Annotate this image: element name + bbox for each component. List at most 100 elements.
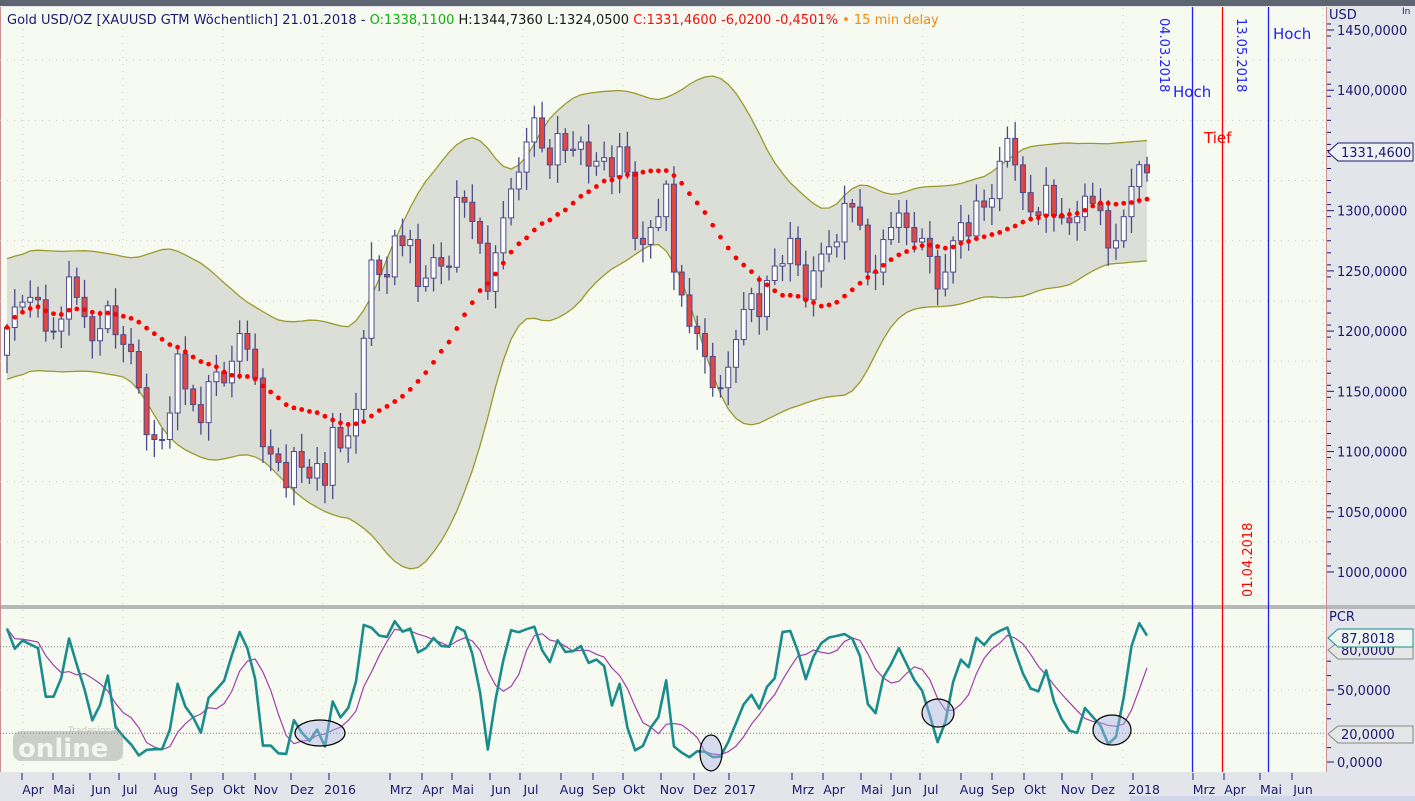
horizontal-scrollbar[interactable] [1130,796,1415,801]
sma-dot [20,309,25,315]
time-tick-label: 2018 [1128,782,1160,797]
ellipse-marker[interactable] [1092,714,1132,746]
candle-up [453,196,460,268]
sma-dot [384,403,390,409]
sma-dot [966,238,972,244]
sma-dot [51,311,56,317]
candle-up [1004,137,1011,162]
candle-up [314,463,321,479]
candle-up [205,381,212,424]
sma-dot [283,402,289,408]
candle-down [624,146,631,173]
candle-down [965,222,972,237]
sma-dot [935,244,941,249]
sma-dot [539,221,545,227]
sma-dot [609,177,615,183]
candle-up [290,451,297,489]
sma-dot [167,342,173,347]
candle-down [562,133,569,151]
sma-dot [1082,207,1088,213]
high-value: H:1344,7360 [459,13,543,28]
candle-down [795,237,802,266]
time-tick-label: Jun [490,782,511,797]
price-tick-label: 1200,0000 [1337,325,1407,340]
candle-up [942,271,949,290]
sma-dot [1113,201,1119,207]
sma-dot [485,281,491,287]
ellipse-marker[interactable] [921,698,955,728]
candle-down [802,264,809,301]
candle-up [725,366,732,389]
candle-down [678,271,685,296]
delay-notice: 15 min delay [854,13,939,28]
corner-label[interactable]: In [1402,7,1410,17]
ellipse-marker[interactable] [294,719,346,747]
time-tick-label: Apr [1224,782,1246,797]
time-tick-label: Mai [861,782,883,797]
candle-up [787,237,794,265]
candle-down [608,157,615,178]
candle-down [151,434,158,440]
candle-down [384,273,390,278]
candle-up [601,157,608,162]
candle-up [973,200,980,237]
candle-up [159,438,166,441]
candle-down [306,466,313,479]
open-value: O:1338,1100 [370,13,455,28]
sma-dot [500,260,506,266]
sma-dot [369,413,374,419]
candle-down [73,276,80,298]
candle-down [197,404,204,424]
chart-header: Gold USD/OZ [XAUUSD GTM Wöchentlich] 21.… [7,13,939,28]
sma-dot [632,172,638,177]
price-tick-label: 1250,0000 [1337,265,1407,280]
sma-dot [997,230,1003,235]
sma-dot [291,405,297,411]
sma-dot [780,292,785,298]
ellipse-marker[interactable] [699,734,723,772]
price-tick-label: 1300,0000 [1337,205,1407,220]
candle-up [554,133,561,166]
sma-dot [725,245,731,251]
candle-up [988,198,995,208]
candle-down [267,446,274,455]
candle-down [686,294,693,327]
sma-dot [531,227,537,233]
sma-dot [555,212,561,217]
sma-dot [353,421,359,427]
sma-dot [151,331,157,337]
candle-down [89,316,96,342]
sma-dot [648,168,654,174]
sma-dot [35,304,41,310]
candle-up [345,435,352,449]
panel-splitter[interactable] [0,605,1415,609]
candle-up [957,222,964,242]
candle-down [1050,184,1057,216]
price-tick-label: 1450,0000 [1337,24,1407,39]
candle-up [655,216,662,229]
sma-dot [97,311,103,316]
candle-up [771,265,778,282]
time-tick-label: Apr [422,782,444,797]
time-tick-label: Jun [891,782,912,797]
time-tick-label: Nov [1061,782,1086,797]
candle-up [360,337,367,410]
sma-dot [547,217,553,223]
hoch-label-1: Hoch [1173,83,1211,101]
chart-canvas[interactable]: online Tradesignal 04.03.2018 Hoch 13.05… [0,0,1415,801]
time-tick-label: Sep [592,782,616,797]
sma-dot [656,168,661,174]
sma-dot [524,235,529,241]
sma-dot [1059,212,1065,218]
candle-up [508,188,515,219]
time-tick-label: Okt [623,782,645,797]
sma-dot [43,308,49,314]
pcr-lower-value: 20,0000 [1341,728,1395,743]
sma-dot [516,241,522,247]
sma-dot [1067,211,1072,217]
candle-up [236,333,243,362]
candle-down [709,355,716,389]
candle-down [701,333,708,357]
candle-up [174,353,181,414]
sma-dot [338,420,343,426]
